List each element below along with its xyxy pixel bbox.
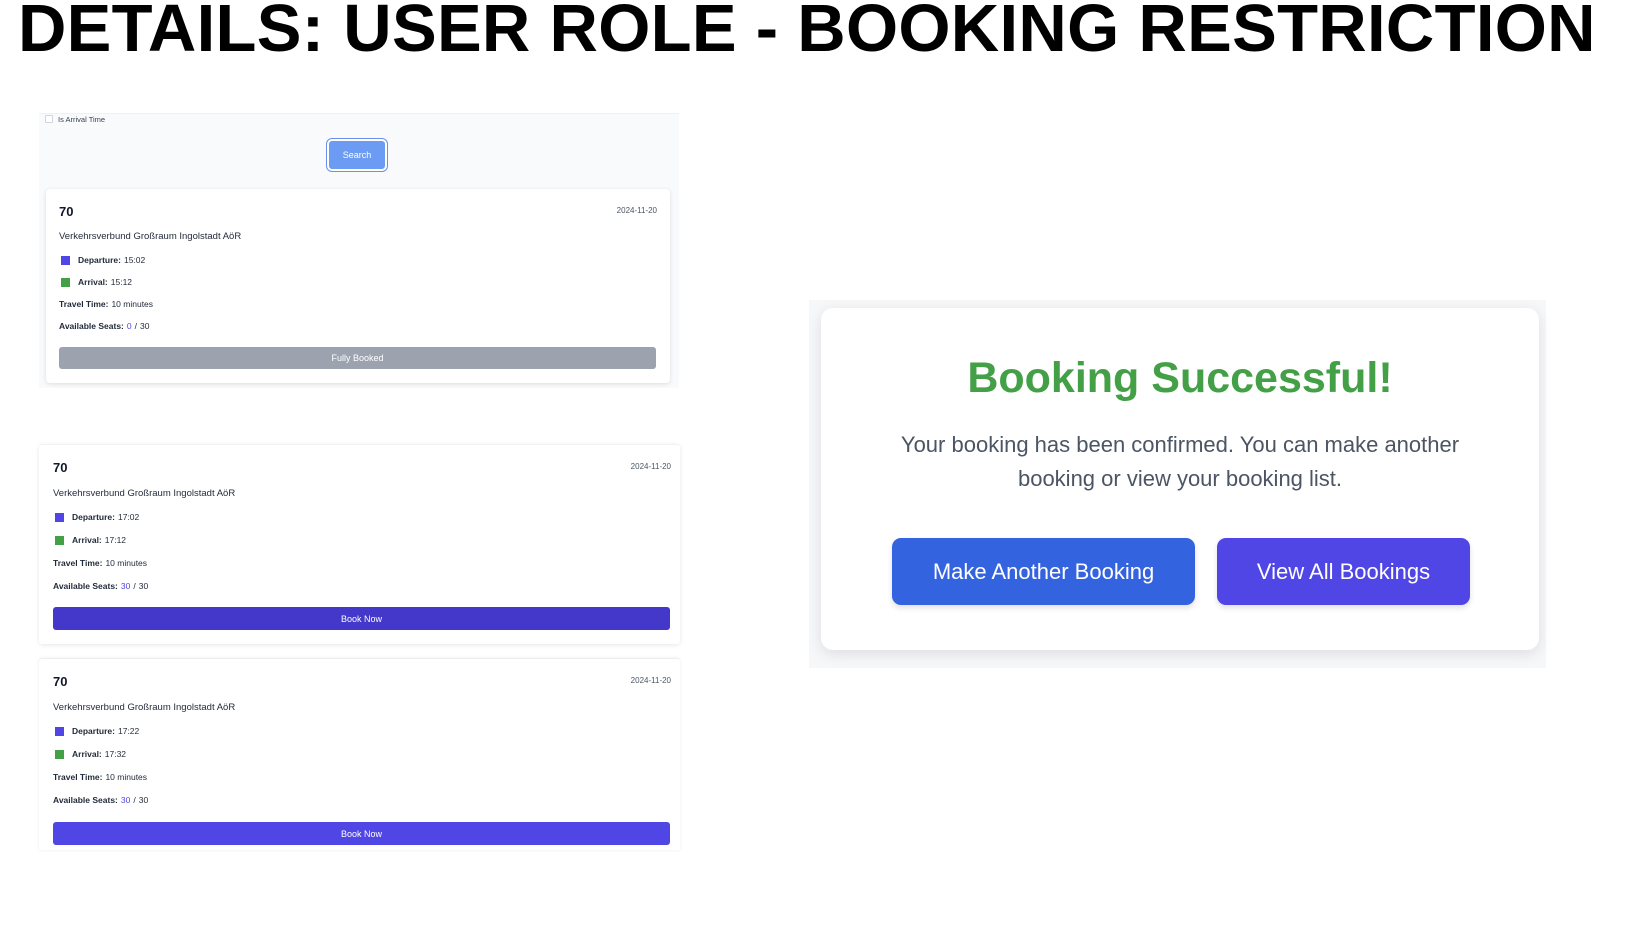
trip-date: 2024-11-20	[630, 676, 671, 685]
departure-marker-icon	[61, 255, 70, 265]
seats-total: 30	[138, 795, 149, 805]
seats-available: 0	[126, 321, 132, 331]
departure-marker-icon	[55, 726, 64, 736]
arrival-row: Arrival: 17:12	[55, 535, 126, 545]
travel-time-row: Travel Time: 10 minutes	[59, 299, 153, 309]
departure-time: 15:02	[123, 255, 146, 265]
travel-time-row: Travel Time: 10 minutes	[53, 558, 147, 568]
operator-name: Verkehrsverbund Großraum Ingolstadt AöR	[53, 702, 236, 713]
departure-time: 17:02	[117, 512, 140, 522]
success-message: Your booking has been confirmed. You can…	[900, 432, 1460, 491]
arrival-label: Arrival:	[78, 277, 108, 287]
seats-label: Available Seats:	[53, 795, 118, 805]
seats-separator: /	[133, 795, 136, 805]
seats-separator: /	[134, 321, 137, 331]
travel-time-value: 10 minutes	[111, 299, 154, 309]
operator-name: Verkehrsverbund Großraum Ingolstadt AöR	[53, 488, 236, 499]
route-number: 70	[53, 674, 68, 689]
travel-time-label: Travel Time:	[53, 558, 103, 568]
operator-name: Verkehrsverbund Großraum Ingolstadt AöR	[59, 231, 242, 242]
arrival-time-checkbox[interactable]	[45, 115, 53, 123]
page-title: DETAILS: USER ROLE - BOOKING RESTRICTION	[18, 0, 1596, 66]
seats-total: 30	[138, 581, 149, 591]
route-number: 70	[59, 204, 74, 219]
seats-label: Available Seats:	[53, 581, 118, 591]
arrival-time: 15:12	[110, 277, 133, 287]
make-another-booking-button[interactable]: Make Another Booking	[892, 538, 1195, 605]
departure-label: Departure:	[72, 512, 115, 522]
arrival-time: 17:32	[104, 749, 127, 759]
departure-marker-icon	[55, 512, 64, 522]
route-number: 70	[53, 460, 68, 475]
arrival-label: Arrival:	[72, 535, 102, 545]
departure-row: Departure: 17:22	[55, 726, 139, 736]
departure-label: Departure:	[72, 726, 115, 736]
view-all-bookings-button[interactable]: View All Bookings	[1217, 538, 1470, 605]
seats-total: 30	[140, 321, 150, 331]
travel-time-value: 10 minutes	[105, 558, 148, 568]
seats-row: Available Seats: 0 / 30	[59, 321, 149, 331]
booking-success-dialog: Booking Successful! Your booking has bee…	[821, 308, 1539, 650]
arrival-marker-icon	[55, 535, 64, 545]
booking-success-screenshot: Booking Successful! Your booking has bee…	[809, 300, 1546, 668]
arrival-label: Arrival:	[72, 749, 102, 759]
seats-row: Available Seats: 30 / 30	[53, 581, 148, 591]
departure-row: Departure: 17:02	[55, 512, 139, 522]
arrival-time-option: Is Arrival Time	[45, 114, 105, 124]
arrival-row: Arrival: 17:32	[55, 749, 126, 759]
arrival-time-label: Is Arrival Time	[58, 114, 106, 124]
seats-label: Available Seats:	[59, 321, 124, 331]
seats-separator: /	[133, 581, 136, 591]
trip-card-bookable: 70 2024-11-20 Verkehrsverbund Großraum I…	[39, 444, 680, 644]
departure-time: 17:22	[117, 726, 140, 736]
seats-available: 30	[120, 581, 131, 591]
trip-card-bookable: 70 2024-11-20 Verkehrsverbund Großraum I…	[39, 658, 680, 850]
arrival-time: 17:12	[104, 535, 127, 545]
departure-label: Departure:	[78, 255, 121, 265]
search-button[interactable]: Search	[326, 138, 388, 172]
seats-row: Available Seats: 30 / 30	[53, 795, 148, 805]
success-title: Booking Successful!	[967, 354, 1393, 402]
fully-booked-button: Fully Booked	[59, 347, 656, 369]
trip-date: 2024-11-20	[616, 206, 657, 215]
seats-available: 30	[120, 795, 131, 805]
arrival-marker-icon	[61, 277, 70, 287]
trip-date: 2024-11-20	[630, 462, 671, 471]
book-now-button[interactable]: Book Now	[53, 607, 670, 630]
departure-row: Departure: 15:02	[61, 255, 145, 265]
travel-time-label: Travel Time:	[59, 299, 109, 309]
trip-card-fully-booked: 70 2024-11-20 Verkehrsverbund Großraum I…	[46, 189, 670, 383]
arrival-row: Arrival: 15:12	[61, 277, 132, 287]
arrival-marker-icon	[55, 749, 64, 759]
travel-time-value: 10 minutes	[105, 772, 148, 782]
travel-time-label: Travel Time:	[53, 772, 103, 782]
travel-time-row: Travel Time: 10 minutes	[53, 772, 147, 782]
search-results-screenshot: Is Arrival Time Search 70 2024-11-20 Ver…	[39, 113, 679, 388]
book-now-button[interactable]: Book Now	[53, 822, 670, 845]
